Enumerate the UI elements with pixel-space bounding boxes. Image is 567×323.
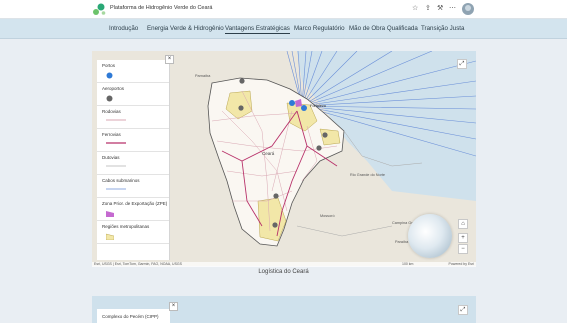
airport-jaguaribe-icon[interactable] — [316, 145, 322, 151]
legend-item-aeroportos[interactable]: Aeroportos — [97, 83, 169, 106]
port-mucuripe-icon[interactable] — [301, 105, 307, 111]
map-attribution: Esri, USGS | Esri, TomTom, Garmin, FAO, … — [92, 262, 476, 267]
home-button[interactable]: ⌂ — [458, 219, 468, 229]
tools-icon[interactable]: ⚒ — [437, 5, 443, 12]
port-icon — [106, 72, 113, 79]
metro-polygon — [106, 233, 114, 240]
legend-close-button[interactable]: × — [165, 55, 174, 64]
top-header: Plataforma de Hidrogênio Verde do Ceará … — [0, 0, 567, 19]
legend-item-regioes[interactable]: Regiões metropolitanas — [97, 221, 169, 244]
more-icon[interactable]: ⋯ — [449, 5, 456, 12]
platform-logo[interactable] — [92, 3, 106, 16]
port-pecem-icon[interactable] — [289, 100, 295, 106]
legend-item-portos[interactable]: Portos — [97, 60, 169, 83]
rn-label: Rio Grande do Norte — [350, 173, 385, 177]
star-icon[interactable]: ☆ — [412, 5, 418, 12]
fortaleza-label: Fortaleza — [310, 104, 327, 108]
legend-panel: Portos Aeroportos Rodovias Ferrovias Dut… — [97, 60, 170, 260]
airport-aracati-icon[interactable] — [322, 132, 328, 138]
pipeline-line — [106, 165, 126, 167]
airport-juazeiro-icon[interactable] — [272, 222, 278, 228]
airport-jijoca-icon[interactable] — [239, 78, 245, 84]
tab-vantagens-estrategicas[interactable]: Vantagens Estratégicas — [225, 25, 290, 34]
pecem-legend-close-button[interactable]: × — [169, 302, 178, 311]
zoom-out-button[interactable]: − — [458, 244, 468, 254]
tab-introducao[interactable]: Introdução — [109, 25, 138, 32]
powered-by[interactable]: Powered by Esri — [449, 262, 474, 266]
tab-transicao-justa[interactable]: Transição Justa — [421, 25, 464, 32]
pecem-legend-label: Complexo do Pecém (CIPP) — [102, 314, 159, 319]
scale-bar: 100 km — [402, 262, 414, 266]
road-line — [106, 119, 126, 121]
tab-marco-regulatorio[interactable]: Marco Regulatório — [294, 25, 345, 32]
zpe-polygon — [106, 211, 114, 217]
mossoro-label: Mossoró — [320, 214, 335, 218]
airport-icon — [106, 95, 113, 102]
paraiba-label: Paraíba — [395, 240, 409, 244]
legend-item-ferrovias[interactable]: Ferrovias — [97, 129, 169, 152]
railway-line — [106, 142, 126, 144]
map-caption: Logística do Ceará — [258, 269, 309, 275]
app-title: Plataforma de Hidrogênio Verde do Ceará — [110, 5, 213, 11]
expand-button[interactable]: ⤢ — [457, 59, 467, 69]
parnaiba-label: Parnaíba — [195, 74, 211, 78]
tab-mao-de-obra[interactable]: Mão de Obra Qualificada — [349, 25, 418, 32]
ceara-label: Ceará — [262, 151, 275, 156]
zoom-in-button[interactable]: + — [458, 233, 468, 243]
legend-item-rodovias[interactable]: Rodovias — [97, 106, 169, 129]
attribution-text: Esri, USGS | Esri, TomTom, Garmin, FAO, … — [94, 262, 182, 266]
airport-sobral-icon[interactable] — [238, 105, 244, 111]
legend-item-zpe[interactable]: Zona Prior. de Exportação (ZPE) — [97, 198, 169, 221]
share-icon[interactable]: ⇪ — [425, 5, 431, 12]
legend-item-dutovias[interactable]: Dutovias — [97, 152, 169, 175]
legend-item-cabos[interactable]: Cabos submarinos — [97, 175, 169, 198]
tab-energia-verde[interactable]: Energia Verde & Hidrogênio — [147, 25, 224, 32]
avatar[interactable] — [462, 3, 474, 15]
main-nav: Introdução Energia Verde & Hidrogênio Va… — [0, 19, 567, 39]
pecem-expand-button[interactable]: ⤢ — [458, 305, 468, 315]
cable-line — [106, 188, 126, 190]
overview-globe[interactable] — [408, 214, 452, 258]
airport-iguatu-icon[interactable] — [273, 193, 279, 199]
